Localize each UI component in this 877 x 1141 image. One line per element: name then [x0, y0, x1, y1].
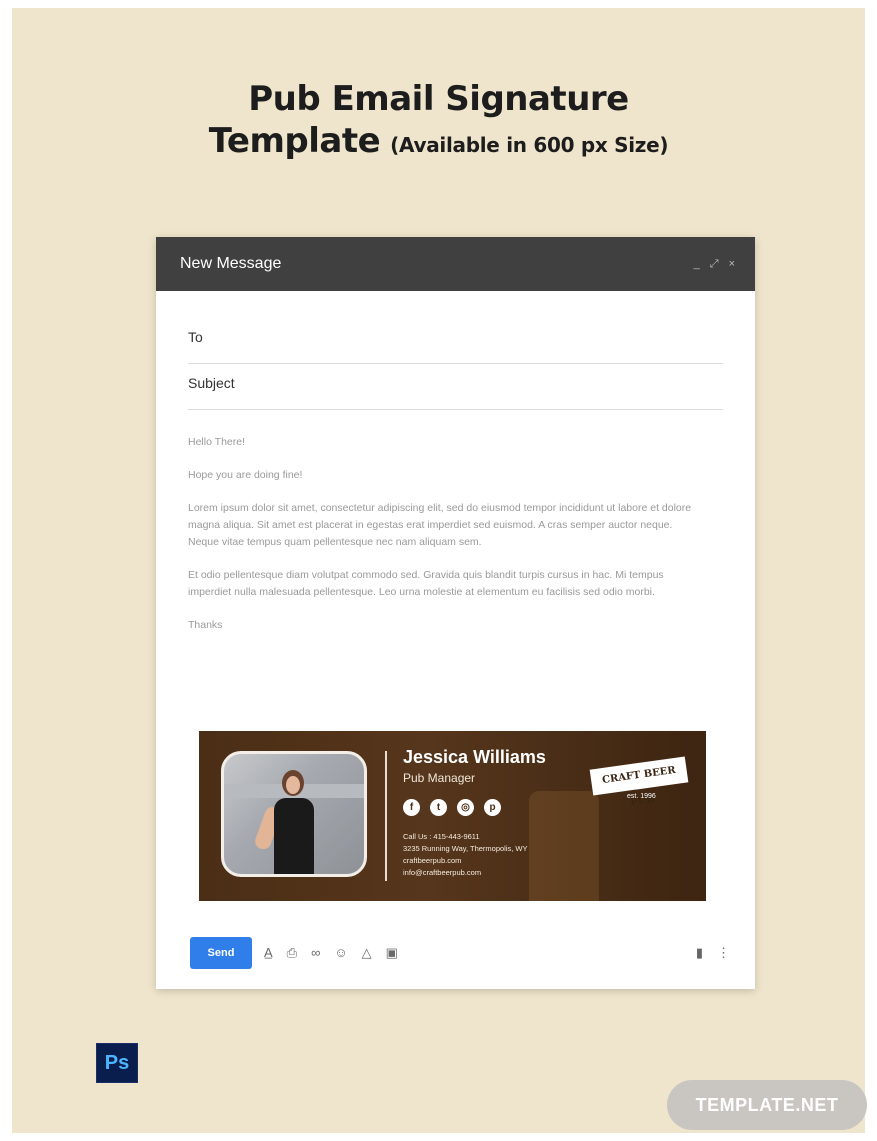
formatting-tools: A̲ ⎙ ∞ ☺ △ ▣ [264, 945, 398, 961]
expand-icon[interactable]: ⤢ [710, 258, 719, 271]
send-button[interactable]: Send [190, 937, 252, 969]
photo-face [286, 776, 300, 794]
photo-body [274, 798, 314, 874]
window-controls: _ ⤢ × [694, 258, 735, 271]
message-line: Hope you are doing fine! [188, 469, 303, 481]
signature-email[interactable]: info@craftbeerpub.com [403, 867, 528, 879]
page-title: Pub Email Signature Template (Available i… [12, 78, 865, 162]
pinterest-icon[interactable]: p [484, 799, 501, 816]
page-title-line1: Pub Email Signature [248, 79, 629, 119]
message-paragraph-2: Et odio pellentesque diam volutpat commo… [188, 569, 664, 598]
to-label: To [188, 329, 203, 345]
photoshop-icon: Ps [96, 1043, 138, 1083]
link-icon[interactable]: ∞ [311, 945, 320, 961]
compose-window: New Message _ ⤢ × To Subject Hello There… [156, 237, 755, 989]
pub-logo: CRAFT BEER PUB [589, 756, 689, 808]
profile-photo [221, 751, 367, 877]
signature-role: Pub Manager [403, 771, 476, 785]
toolbar-right: ▮ ⋮ [696, 945, 730, 961]
photo-icon[interactable]: ▣ [386, 945, 398, 961]
signature-address: 3235 Running Way, Thermopolis, WY [403, 844, 528, 853]
signature-divider [385, 751, 387, 881]
close-icon[interactable]: × [729, 258, 735, 271]
more-options-icon[interactable]: ⋮ [717, 945, 730, 961]
subject-label: Subject [188, 375, 235, 391]
to-field[interactable]: To [188, 325, 723, 364]
facebook-icon[interactable]: f [403, 799, 420, 816]
emoji-icon[interactable]: ☺ [334, 945, 347, 961]
social-icons: f t ◎ p [403, 799, 501, 816]
minimize-icon[interactable]: _ [694, 258, 700, 271]
signature-phone: Call Us : 415-443-9611 [403, 832, 480, 841]
signature-contact: Call Us : 415-443-9611 3235 Running Way,… [403, 831, 528, 879]
compose-toolbar: Send A̲ ⎙ ∞ ☺ △ ▣ ▮ ⋮ [190, 937, 730, 969]
message-greeting: Hello There! [188, 436, 246, 448]
format-text-icon[interactable]: A̲ [264, 945, 273, 961]
trash-icon[interactable]: ▮ [696, 945, 703, 961]
attach-icon[interactable]: ⎙ [287, 945, 297, 961]
beer-mug-graphic [529, 791, 599, 901]
subject-field[interactable]: Subject [188, 371, 723, 410]
instagram-icon[interactable]: ◎ [457, 799, 474, 816]
brand-watermark: TEMPLATE.NET [667, 1080, 867, 1130]
signature-name: Jessica Williams [403, 747, 546, 767]
email-signature: Jessica Williams Pub Manager f t ◎ p Cal… [199, 731, 706, 901]
page-canvas: Pub Email Signature Template (Available i… [12, 8, 867, 1133]
message-body[interactable]: Hello There! Hope you are doing fine! Lo… [188, 434, 700, 650]
signature-website[interactable]: craftbeerpub.com [403, 855, 528, 867]
drive-icon[interactable]: △ [362, 945, 372, 961]
pub-est-year: est. 1996 [627, 793, 656, 800]
availability-note: (Available in 600 px Size) [390, 133, 669, 157]
compose-title: New Message [180, 255, 282, 272]
page-title-line2: Template [208, 121, 381, 161]
twitter-icon[interactable]: t [430, 799, 447, 816]
message-paragraph-1: Lorem ipsum dolor sit amet, consectetur … [188, 502, 692, 548]
message-closing: Thanks [188, 619, 223, 631]
compose-header: New Message _ ⤢ × [156, 237, 755, 291]
